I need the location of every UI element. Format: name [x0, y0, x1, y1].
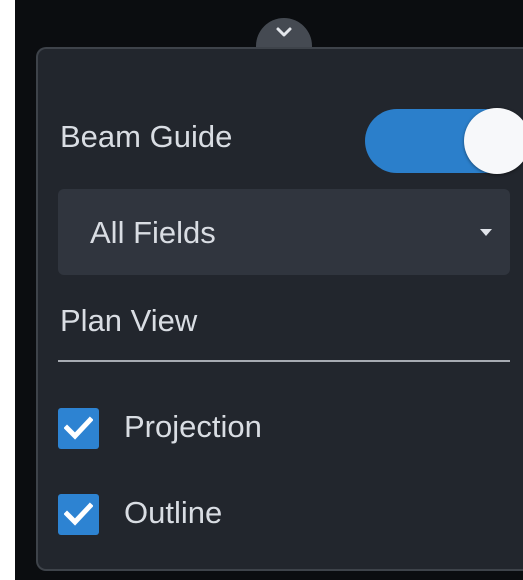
- outline-option[interactable]: Outline: [58, 489, 418, 537]
- checkmark-icon: [64, 416, 93, 440]
- projection-option[interactable]: Projection: [58, 403, 418, 451]
- section-divider: [58, 360, 510, 362]
- field-select-value: All Fields: [90, 215, 216, 250]
- outline-checkbox[interactable]: [58, 494, 99, 535]
- beam-guide-label: Beam Guide: [60, 119, 233, 154]
- outline-label: Outline: [124, 495, 223, 530]
- chevron-down-icon: [276, 27, 292, 37]
- projection-label: Projection: [124, 409, 262, 444]
- caret-down-icon: [480, 229, 492, 236]
- beam-guide-row: Beam Guide: [60, 103, 523, 174]
- projection-checkbox[interactable]: [58, 408, 99, 449]
- section-title-plan-view: Plan View: [60, 303, 198, 338]
- field-select[interactable]: All Fields: [58, 189, 510, 275]
- toggle-knob: [464, 108, 523, 174]
- beam-guide-toggle[interactable]: [365, 108, 523, 174]
- checkmark-icon: [64, 502, 93, 526]
- view-options-panel: Beam Guide All Fields Plan View Projecti…: [36, 47, 523, 571]
